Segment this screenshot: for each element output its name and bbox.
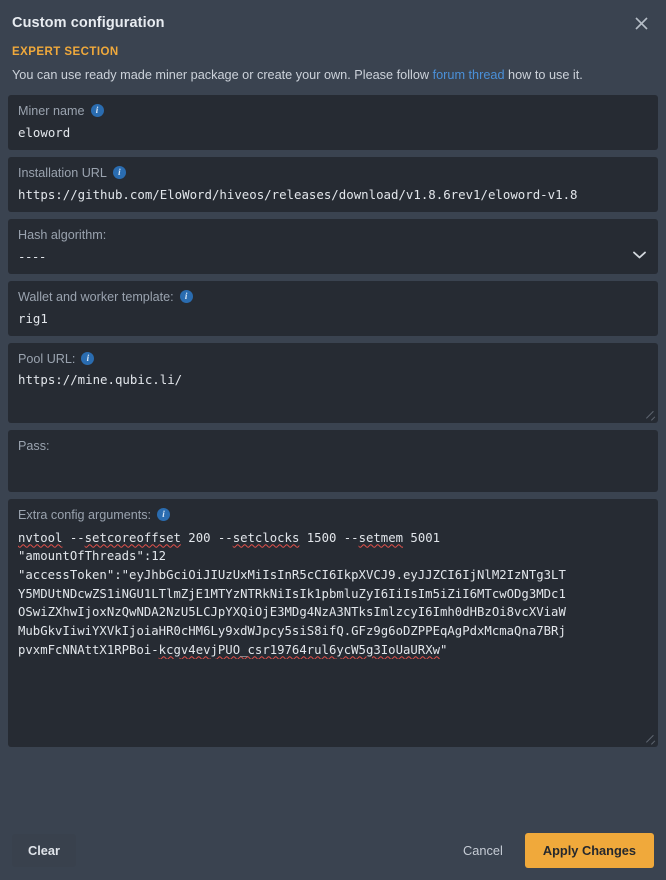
dialog-footer: Clear Cancel Apply Changes xyxy=(0,820,666,880)
config-line: nvtool --setcoreoffset 200 --setclocks 1… xyxy=(18,530,441,545)
cancel-button[interactable]: Cancel xyxy=(449,834,517,867)
form-body: Miner name i eloword Installation URL i … xyxy=(0,94,666,821)
field-label-pass: Pass: xyxy=(18,439,648,453)
field-label-wallet-template: Wallet and worker template: i xyxy=(18,290,648,304)
intro-text-before: You can use ready made miner package or … xyxy=(12,68,433,82)
field-label-text: Installation URL xyxy=(18,165,107,180)
extra-config-input[interactable]: nvtool --setcoreoffset 200 --setclocks 1… xyxy=(18,529,648,660)
field-extra-config[interactable]: Extra config arguments: i nvtool --setco… xyxy=(8,498,658,747)
field-label-installation-url: Installation URL i xyxy=(18,166,648,180)
field-label-miner-name: Miner name i xyxy=(18,104,648,118)
config-line: OSwiZXhwIjoxNzQwNDA2NzU5LCJpYXQiOjE3MDg4… xyxy=(18,605,566,620)
field-label-text: Miner name xyxy=(18,103,85,118)
intro-block: EXPERT SECTION You can use ready made mi… xyxy=(0,46,666,95)
page-title: Custom configuration xyxy=(12,15,165,31)
info-icon[interactable]: i xyxy=(157,508,170,521)
intro-description: You can use ready made miner package or … xyxy=(12,67,654,84)
dialog-header: Custom configuration xyxy=(0,0,666,46)
config-line: pvxmFcNNAttX1RPBoi-kcgv4evjPUO_csr19764r… xyxy=(18,642,448,657)
field-label-text: Extra config arguments: xyxy=(18,507,151,522)
field-label-pool-url: Pool URL: i xyxy=(18,352,648,366)
hash-algorithm-value: ---- xyxy=(18,248,46,264)
info-icon[interactable]: i xyxy=(90,104,104,117)
field-label-text: Wallet and worker template: xyxy=(18,289,174,304)
spellcheck-token: nvtool xyxy=(18,530,63,545)
expert-section-label: EXPERT SECTION xyxy=(12,46,119,58)
resize-handle[interactable] xyxy=(646,735,656,745)
field-pass[interactable]: Pass: xyxy=(8,429,658,492)
custom-configuration-dialog: Custom configuration EXPERT SECTION You … xyxy=(0,0,666,880)
installation-url-input[interactable]: https://github.com/EloWord/hiveos/releas… xyxy=(18,187,648,202)
field-label-hash-algorithm: Hash algorithm: xyxy=(18,228,648,242)
field-pool-url[interactable]: Pool URL: i https://mine.qubic.li/ xyxy=(8,342,658,423)
field-label-text: Hash algorithm: xyxy=(18,227,107,242)
clear-button[interactable]: Clear xyxy=(12,833,77,867)
pool-url-input[interactable]: https://mine.qubic.li/ xyxy=(18,372,648,387)
miner-name-input[interactable]: eloword xyxy=(18,125,648,140)
spellcheck-token: setclocks xyxy=(232,530,300,545)
chevron-down-icon[interactable] xyxy=(633,251,646,262)
resize-handle[interactable] xyxy=(646,411,656,421)
config-line: "amountOfThreads":12 xyxy=(18,549,167,564)
close-icon[interactable] xyxy=(628,10,654,36)
info-icon[interactable]: i xyxy=(112,166,126,179)
spellcheck-token: kcgv4evjPUO_csr19764rul6ycW5g3IoUaURXw xyxy=(158,642,440,657)
forum-thread-link[interactable]: forum thread xyxy=(433,68,505,82)
config-line: "accessToken":"eyJhbGciOiJIUzUxMiIsInR5c… xyxy=(18,567,566,582)
field-wallet-template[interactable]: Wallet and worker template: i rig1 xyxy=(8,280,658,336)
field-label-extra-config: Extra config arguments: i xyxy=(18,508,648,522)
config-line: MubGkvIiwiYXVkIjoiaHR0cHM6Ly9xdWJpcy5siS… xyxy=(18,623,566,638)
spellcheck-token: setmem xyxy=(358,530,404,545)
field-installation-url[interactable]: Installation URL i https://github.com/El… xyxy=(8,156,658,212)
hash-algorithm-select[interactable]: ---- xyxy=(18,249,648,264)
spellcheck-token: setcoreoffset xyxy=(84,530,181,545)
wallet-template-input[interactable]: rig1 xyxy=(18,311,648,326)
info-icon[interactable]: i xyxy=(81,352,95,365)
config-line: Y5MDUtNDcwZS1iNGU1LTlmZjE1MTYzNTRkNiIsIk… xyxy=(18,586,566,601)
field-miner-name[interactable]: Miner name i eloword xyxy=(8,94,658,150)
apply-changes-button[interactable]: Apply Changes xyxy=(524,832,654,868)
intro-text-after: how to use it. xyxy=(504,68,583,82)
field-hash-algorithm[interactable]: Hash algorithm: ---- xyxy=(8,218,658,274)
info-icon[interactable]: i xyxy=(179,290,193,303)
field-label-text: Pool URL: xyxy=(18,351,76,366)
field-label-text: Pass: xyxy=(18,438,50,453)
